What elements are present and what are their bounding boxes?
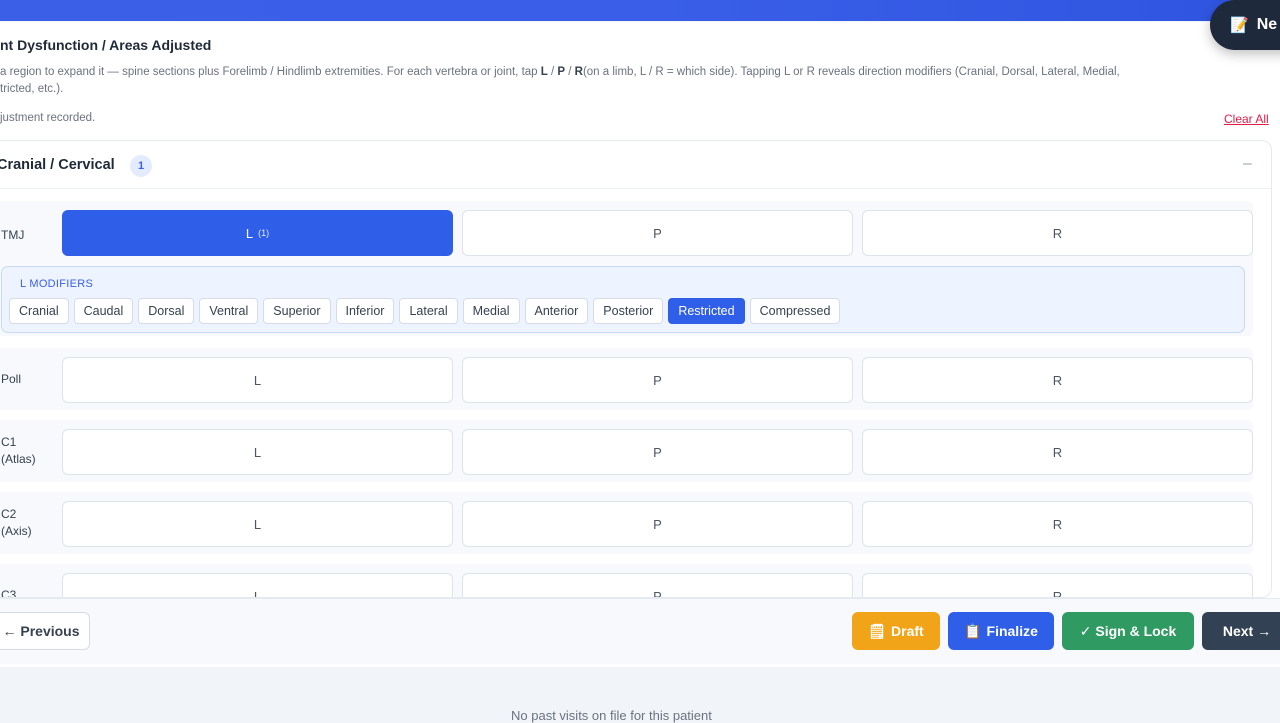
poll-posterior-button[interactable]: P [462, 357, 853, 403]
region-cranial-cervical: Cranial / Cervical 1 – TMJ L (1) P R L MO… [0, 140, 1272, 598]
row-label-line: C2 [1, 507, 17, 521]
modifier-chip-caudal[interactable]: Caudal [73, 298, 134, 324]
description-text-3: tricted, etc.). [0, 83, 64, 95]
modifiers-heading: L MODIFIERS [20, 278, 94, 290]
modifier-chip-compressed[interactable]: Compressed [749, 298, 841, 324]
c3-left-button[interactable]: L [62, 573, 453, 597]
modifier-chip-list: Cranial Caudal Dorsal Ventral Superior I… [9, 298, 841, 324]
desc-l: L [540, 66, 548, 78]
c3-right-button[interactable]: R [862, 573, 1253, 597]
modifier-chip-restricted[interactable]: Restricted [668, 298, 745, 324]
c2-right-button[interactable]: R [862, 501, 1253, 547]
row-label-line: (Atlas) [1, 452, 36, 466]
clipboard-icon: 📋 [964, 622, 982, 639]
tmj-left-button[interactable]: L (1) [62, 210, 453, 256]
finalize-label: Finalize [986, 623, 1038, 639]
row-label: C1 (Atlas) [1, 434, 36, 468]
modifier-chip-posterior[interactable]: Posterior [593, 298, 664, 324]
tmj-posterior-button[interactable]: P [462, 210, 853, 256]
desc-p: P [557, 66, 566, 78]
row-label: Poll [1, 372, 22, 386]
previous-button[interactable]: ← Previous [0, 612, 90, 650]
modifier-chip-anterior[interactable]: Anterior [524, 298, 589, 324]
desc-sep: / [547, 66, 558, 78]
finalize-button[interactable]: 📋 Finalize [948, 612, 1054, 650]
section-title: nt Dysfunction / Areas Adjusted [0, 37, 212, 53]
past-visits-note: No past visits on file for this patient [511, 708, 712, 723]
row-label: C3 [1, 588, 17, 598]
c1-posterior-button[interactable]: P [462, 429, 853, 475]
poll-left-button[interactable]: L [62, 357, 453, 403]
poll-right-button[interactable]: R [862, 357, 1253, 403]
modifier-chip-inferior[interactable]: Inferior [335, 298, 395, 324]
description-text: a region to expand it — spine sections p… [0, 66, 541, 78]
row-label-line: (Axis) [1, 524, 32, 538]
modifier-chip-ventral[interactable]: Ventral [199, 298, 259, 324]
next-button[interactable]: Next → [1202, 612, 1280, 650]
desc-r: R [574, 66, 583, 78]
region-header[interactable]: Cranial / Cervical 1 – [0, 141, 1271, 189]
new-note-button[interactable]: 📝 Ne [1210, 0, 1280, 50]
draft-icon: 🗒 [868, 622, 887, 639]
draft-label: Draft [891, 623, 924, 639]
section-description: a region to expand it — spine sections p… [0, 64, 1280, 98]
modifier-chip-medial[interactable]: Medial [462, 298, 520, 324]
row-label-line: C1 [1, 435, 17, 449]
c3-posterior-button[interactable]: P [462, 573, 853, 597]
draft-button[interactable]: 🗒 Draft [852, 612, 940, 650]
tmj-right-button[interactable]: R [862, 210, 1253, 256]
button-label: L [245, 225, 254, 241]
modifier-chip-superior[interactable]: Superior [263, 298, 331, 324]
c1-right-button[interactable]: R [862, 429, 1253, 475]
vertebra-row-c1: C1 (Atlas) L P R [0, 420, 1253, 482]
row-label: TMJ [1, 228, 25, 242]
vertebra-row-c2: C2 (Axis) L P R [0, 492, 1253, 554]
c2-posterior-button[interactable]: P [462, 501, 853, 547]
modifier-chip-cranial[interactable]: Cranial [9, 298, 69, 324]
description-text-2: (on a limb, L / R = which side). Tapping… [582, 66, 1120, 78]
vertebra-row-c3: C3 L P R [0, 564, 1253, 598]
row-label: C2 (Axis) [1, 506, 32, 540]
modifier-chip-lateral[interactable]: Lateral [399, 298, 458, 324]
clear-all-link[interactable]: Clear All [1224, 112, 1269, 126]
c2-left-button[interactable]: L [62, 501, 453, 547]
desc-sep: / [565, 66, 575, 78]
modifier-chip-dorsal[interactable]: Dorsal [138, 298, 195, 324]
adjustment-count-text: justment recorded. [0, 112, 96, 124]
collapse-icon[interactable]: – [1243, 155, 1252, 173]
selection-count: (1) [258, 228, 270, 238]
c1-left-button[interactable]: L [62, 429, 453, 475]
l-modifiers-panel: L MODIFIERS Cranial Caudal Dorsal Ventra… [1, 266, 1245, 333]
region-title: Cranial / Cervical [0, 157, 115, 173]
region-count-badge: 1 [130, 155, 152, 177]
vertebra-row-poll: Poll L P R [0, 348, 1253, 410]
sign-lock-button[interactable]: ✓ Sign & Lock [1062, 612, 1194, 650]
new-button-label: Ne [1256, 16, 1278, 33]
memo-icon: 📝 [1230, 17, 1249, 34]
top-header-bar [0, 0, 1280, 21]
